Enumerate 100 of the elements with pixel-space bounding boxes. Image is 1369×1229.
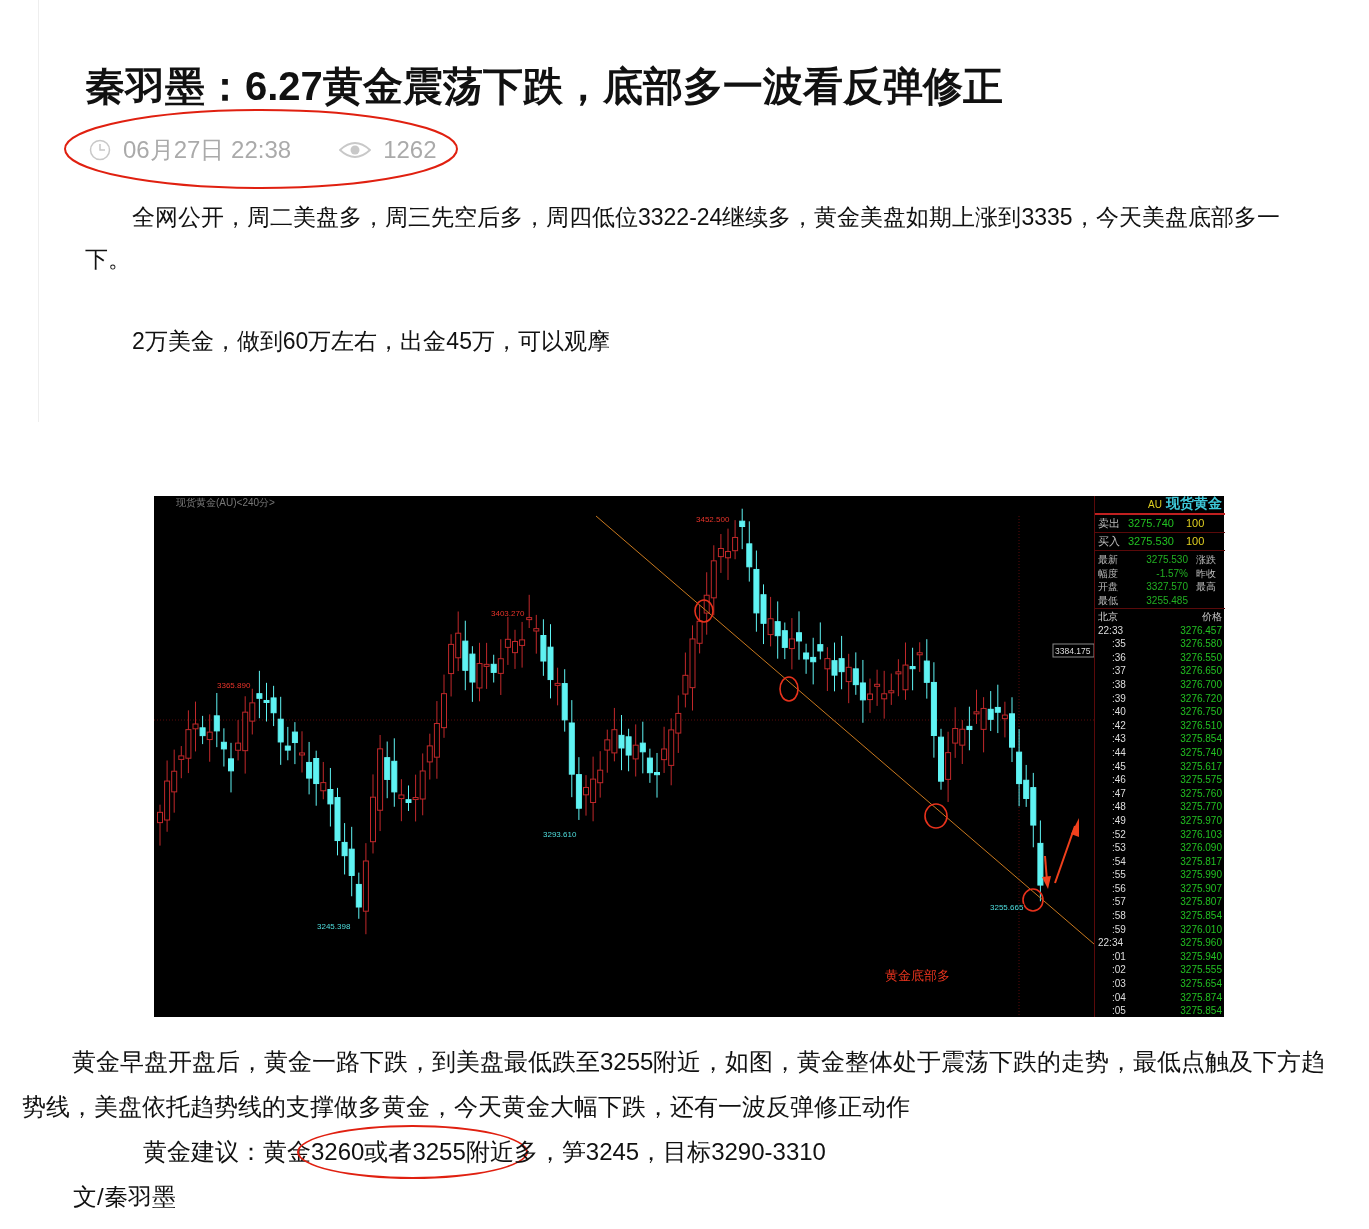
tick-time: :43 <box>1111 732 1126 746</box>
price-label: 3255.665 <box>990 903 1024 912</box>
tick-time: :49 <box>1111 813 1126 828</box>
tick-time: :42 <box>1111 718 1126 733</box>
price-label: 3365.890 <box>217 681 251 690</box>
advice-text: 3260或者3255附近 <box>311 1137 514 1167</box>
tick-price: 3276.650 <box>1180 664 1222 678</box>
view-count: 1262 <box>383 136 437 164</box>
tick-time: :35 <box>1111 637 1126 651</box>
tick-time: :53 <box>1111 841 1126 855</box>
tick-price: 3275.770 <box>1180 800 1222 814</box>
stat-label: 幅度 <box>1098 566 1119 580</box>
tick-time: :37 <box>1111 664 1126 678</box>
tick-price: 3276.720 <box>1180 691 1222 706</box>
order-volume: 100 <box>1186 516 1205 531</box>
publish-time: 06月27日 22:38 <box>123 135 292 165</box>
tick-price: 3276.510 <box>1180 718 1222 733</box>
tick-price: 3275.854 <box>1180 909 1222 923</box>
tick-price: 3275.940 <box>1180 949 1222 964</box>
highlight-circle <box>779 676 799 702</box>
tick-price: 3275.960 <box>1180 936 1222 950</box>
highlight-circle <box>1022 888 1044 912</box>
tick-price: 3275.740 <box>1180 745 1222 760</box>
tick-time: :46 <box>1111 773 1126 787</box>
tick-price: 3276.750 <box>1180 705 1222 719</box>
highlight-circle <box>694 599 714 623</box>
article-title: 秦羽墨：6.27黄金震荡下跌，底部多一波看反弹修正 <box>85 63 1004 110</box>
tick-price: 3275.555 <box>1180 963 1222 978</box>
tick-price: 3276.010 <box>1180 922 1222 937</box>
paragraph: 黄金早盘开盘后，黄金一路下跌，到美盘最低跌至3255附近，如图，黄金整体处于震荡下跌的走势，最低点触及下方趋势线，美盘依托趋势线的支撑做多黄金，今天黄金大幅下跌，还有一波反弹修正动作 <box>22 1047 1327 1122</box>
order-price: 3275.530 <box>1128 534 1175 549</box>
tick-time: :44 <box>1111 745 1126 760</box>
tick-time: :57 <box>1111 895 1126 910</box>
order-volume: 100 <box>1186 534 1205 549</box>
symbol-code: AU <box>1148 498 1162 511</box>
chart-title: 现货黄金(AU)<240分> <box>176 497 275 508</box>
stat-value: 3275.530 <box>1145 553 1188 567</box>
tick-time: :01 <box>1111 949 1126 964</box>
stat-label: 最低 <box>1098 593 1119 607</box>
stat-label: 昨收 <box>1196 566 1216 580</box>
tick-price: 3275.990 <box>1180 868 1222 882</box>
tick-price: 3275.617 <box>1180 759 1222 774</box>
price-tag: 3384.175 <box>1052 643 1094 658</box>
tick-time: :45 <box>1111 759 1126 774</box>
eye-icon <box>339 140 372 160</box>
tick-time: :40 <box>1111 705 1126 719</box>
tick-time: :04 <box>1111 990 1126 1005</box>
symbol-name: 现货黄金 <box>1166 497 1222 510</box>
stat-value: 3327.570 <box>1145 580 1188 594</box>
tick-price: 3275.854 <box>1180 732 1222 746</box>
tick-price: 3275.760 <box>1180 786 1222 801</box>
tick-time: :03 <box>1111 977 1126 991</box>
tick-time: :58 <box>1111 909 1126 923</box>
tick-time: :48 <box>1111 800 1126 814</box>
tick-price: 3275.575 <box>1180 773 1222 787</box>
stat-value: -1.57% <box>1155 566 1188 580</box>
column-header: 北京 <box>1098 610 1118 624</box>
arrow-drawing <box>1042 818 1079 889</box>
tick-time: :52 <box>1111 827 1126 842</box>
tick-time: :39 <box>1111 691 1126 706</box>
highlight-circle <box>924 803 948 829</box>
tick-price: 3275.874 <box>1180 990 1222 1005</box>
tick-price: 3275.807 <box>1180 895 1222 910</box>
tick-price: 3276.103 <box>1180 827 1222 842</box>
tick-price: 3276.457 <box>1180 623 1222 638</box>
tick-time: :36 <box>1111 650 1126 665</box>
tick-time: :38 <box>1111 677 1126 692</box>
clock-icon <box>89 139 111 161</box>
byline: 文/秦羽墨 <box>72 1182 177 1212</box>
stat-label: 最高 <box>1196 580 1216 594</box>
tick-time: 22:33 <box>1098 623 1124 638</box>
paragraph: 2万美金，做到60万左右，出金45万，可以观摩 <box>131 327 611 356</box>
tick-time: 22:34 <box>1098 936 1124 950</box>
stat-value: 3255.485 <box>1145 593 1188 607</box>
paragraph: 全网公开，周二美盘多，周三先空后多，周四低位3322-24继续多，黄金美盘如期上涨到3335，今天美盘底部多一下。 <box>85 203 1281 274</box>
tick-time: :56 <box>1111 881 1126 896</box>
tick-price: 3276.550 <box>1180 650 1222 665</box>
tick-time: :54 <box>1111 854 1126 869</box>
price-label: 3403.270 <box>491 609 525 618</box>
price-label: 3245.398 <box>317 922 351 931</box>
tick-price: 3276.700 <box>1180 677 1222 692</box>
stat-label: 最新 <box>1098 553 1119 567</box>
tick-time: :47 <box>1111 786 1126 801</box>
tick-price: 3275.817 <box>1180 854 1222 869</box>
stat-label: 开盘 <box>1098 580 1119 594</box>
tick-price: 3275.654 <box>1180 977 1222 991</box>
tick-price: 3276.580 <box>1180 637 1222 651</box>
tick-time: :05 <box>1111 1004 1126 1018</box>
price-label: 3452.500 <box>696 515 730 524</box>
price-label: 3293.610 <box>543 830 577 839</box>
stat-label: 涨跌 <box>1196 553 1216 567</box>
column-header: 价格 <box>1202 610 1222 624</box>
tick-price: 3275.970 <box>1180 813 1222 828</box>
tick-time: :59 <box>1111 922 1126 937</box>
tick-price: 3275.854 <box>1180 1004 1222 1018</box>
chart-annotation: 黄金底部多 <box>885 968 950 983</box>
order-price: 3275.740 <box>1128 516 1175 531</box>
tick-price: 3276.090 <box>1180 841 1222 855</box>
tick-time: :55 <box>1111 868 1126 882</box>
order-label: 买入 <box>1098 534 1121 549</box>
